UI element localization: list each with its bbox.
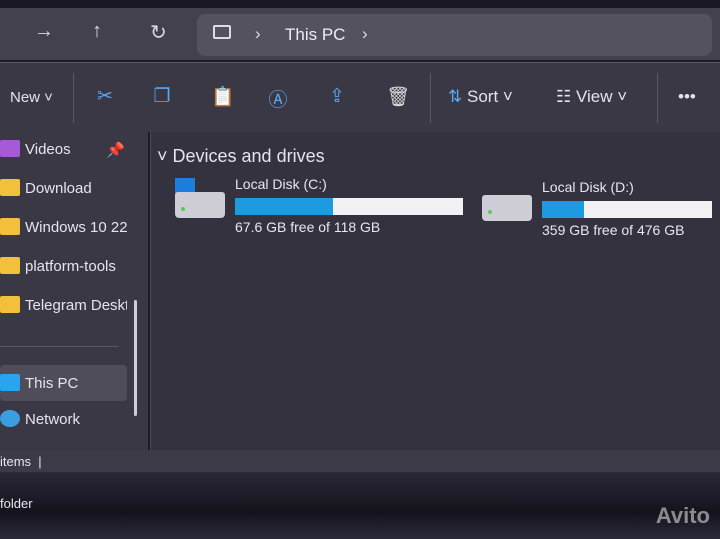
sidebar-item-label: Download xyxy=(25,180,92,197)
sidebar-item-label: Windows 10 22H xyxy=(25,219,127,236)
content-pane: ˅ Devices and drives Local Disk (C:) 67.… xyxy=(150,132,720,450)
more-options-button[interactable]: ••• xyxy=(678,87,696,107)
sidebar-item-label: platform-tools xyxy=(25,258,116,275)
view-icon: ☷ xyxy=(556,87,572,106)
sort-label: Sort xyxy=(466,87,499,106)
drive-usage-fill xyxy=(542,201,584,218)
command-bar: New ˅ ✂ ❐ 📋 Ⓐ ⇪ 🗑 ⇅ Sort ˅ ☷ View ˅ ••• xyxy=(0,62,720,132)
paste-icon[interactable]: 📋 xyxy=(211,85,235,108)
pin-icon[interactable]: 📌 xyxy=(106,141,125,159)
delete-icon[interactable]: 🗑 xyxy=(386,85,410,108)
sidebar-item-label: Network xyxy=(25,411,81,428)
share-icon[interactable]: ⇪ xyxy=(327,85,347,107)
new-button[interactable]: New ˅ xyxy=(10,89,53,106)
hard-drive-icon xyxy=(482,195,532,221)
up-button[interactable]: ↑ xyxy=(92,20,102,43)
folder-icon xyxy=(0,296,20,313)
navigation-bar: → ↑ ↻ › This PC › xyxy=(0,8,720,60)
desktop-folder-label[interactable]: folder xyxy=(0,496,33,511)
navigation-pane: Videos📌 Download Windows 10 22H platform… xyxy=(0,132,148,450)
drive-name: Local Disk (D:) xyxy=(542,179,634,195)
refresh-button[interactable]: ↻ xyxy=(150,20,167,45)
sidebar-item-download[interactable]: Download xyxy=(0,175,140,203)
sidebar-item-label: Telegram Desktop xyxy=(25,297,127,314)
cut-icon[interactable]: ✂ xyxy=(95,85,115,107)
rename-icon[interactable]: Ⓐ xyxy=(268,85,288,111)
videos-icon xyxy=(0,140,20,157)
address-bar[interactable]: › This PC › xyxy=(197,14,712,56)
drive-free-space: 67.6 GB free of 118 GB xyxy=(235,219,381,235)
sidebar-item-platform-tools[interactable]: platform-tools xyxy=(0,253,140,281)
watermark: Avito xyxy=(655,503,710,528)
sidebar-item-telegram[interactable]: Telegram Desktop xyxy=(0,292,140,320)
new-label: New xyxy=(10,89,41,106)
sidebar-item-videos[interactable]: Videos 📌 xyxy=(0,136,140,164)
breadcrumb-this-pc[interactable]: This PC xyxy=(285,25,345,45)
group-header[interactable]: ˅ Devices and drives xyxy=(157,146,325,167)
chevron-right-icon: › xyxy=(255,24,261,43)
drive-name: Local Disk (C:) xyxy=(235,176,327,192)
group-title: Devices and drives xyxy=(172,146,325,166)
folder-icon xyxy=(0,179,20,196)
divider xyxy=(657,73,658,123)
desktop-wallpaper: folder Avito xyxy=(0,472,720,539)
scrollbar[interactable] xyxy=(134,300,137,416)
folder-icon xyxy=(0,218,20,235)
this-pc-icon xyxy=(0,374,20,391)
sidebar-item-label: This PC xyxy=(25,375,79,392)
view-button[interactable]: ☷ View ˅ xyxy=(556,87,627,107)
status-bar: items | xyxy=(0,450,720,472)
divider xyxy=(430,73,431,123)
drive-usage-fill xyxy=(235,198,334,215)
divider xyxy=(73,73,74,123)
sort-icon: ⇅ xyxy=(448,87,463,106)
drive-usage-bar xyxy=(235,198,463,215)
item-count: items xyxy=(0,454,32,469)
sort-button[interactable]: ⇅ Sort ˅ xyxy=(448,87,513,107)
network-icon xyxy=(0,410,20,427)
sidebar-item-windows[interactable]: Windows 10 22H xyxy=(0,214,140,242)
divider xyxy=(0,346,118,347)
forward-button[interactable]: → xyxy=(34,20,54,43)
drive-usage-bar xyxy=(542,201,712,218)
folder-icon xyxy=(0,257,20,274)
this-pc-icon xyxy=(213,25,231,39)
sidebar-item-this-pc[interactable]: This PC xyxy=(0,365,127,401)
drive-free-space: 359 GB free of 476 GB xyxy=(542,222,685,238)
view-label: View xyxy=(575,87,613,106)
hard-drive-icon xyxy=(175,192,225,218)
copy-icon[interactable]: ❐ xyxy=(152,85,172,107)
chevron-right-icon[interactable]: › xyxy=(362,24,368,44)
sidebar-item-network[interactable]: Network xyxy=(0,406,140,434)
